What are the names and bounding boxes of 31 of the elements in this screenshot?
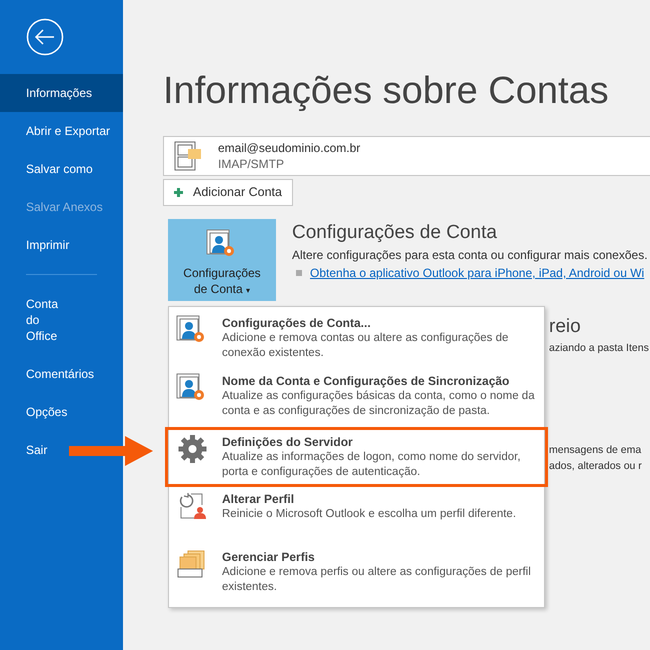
account-settings-button[interactable]: Configurações de Conta ▾ <box>168 219 276 301</box>
menu-item[interactable]: Definições do Servidor Atualize as informações de logon, como nome do servidor, porta e configurações de autenticação. <box>165 427 548 487</box>
sidebar-item[interactable]: Imprimir <box>26 226 70 264</box>
add-account-button[interactable]: Adicionar Conta <box>163 179 293 206</box>
menu-item[interactable]: Alterar Perfil Reinicie o Microsoft Outlook e escolha um perfil diferente. <box>169 487 544 545</box>
plus-icon <box>174 188 183 197</box>
account-email: email@seudominio.com.br <box>218 140 360 156</box>
sidebar-item[interactable]: Comentários <box>26 355 94 393</box>
menu-item[interactable]: Nome da Conta e Configurações de Sincronização Atualize as configurações básicas da conta, como o nome da conta e as configurações de sincronização de pasta. <box>169 369 544 427</box>
gear-icon <box>176 434 208 464</box>
page-title: Informações sobre Contas <box>163 69 610 114</box>
sidebar-item[interactable]: Salvar como <box>26 150 93 188</box>
sidebar-item[interactable]: Opções <box>26 393 68 431</box>
section-description: aziando a pasta Itens <box>549 341 650 356</box>
section-description: ados, alterados ou r <box>549 459 643 474</box>
sidebar-item[interactable]: Sair <box>26 431 48 469</box>
section-title: reio <box>549 315 582 339</box>
section-title: Configurações de Conta <box>292 221 498 245</box>
sidebar-item[interactable]: Conta do Office <box>26 285 58 355</box>
account-type: IMAP/SMTP <box>218 156 286 172</box>
bullet-icon <box>296 270 302 276</box>
section-description: mensagens de ema <box>549 443 642 458</box>
account-card[interactable]: email@seudominio.com.br IMAP/SMTP <box>163 136 650 176</box>
menu-item[interactable]: Configurações de Conta... Adicione e remova contas ou altere as configurações de conexão existentes. <box>169 311 544 369</box>
caret-icon: ▾ <box>246 286 250 295</box>
menu-item[interactable]: Gerenciar Perfis Adicione e remova perfis ou altere as configurações de perfil existentes. <box>169 545 544 603</box>
sidebar-item[interactable]: Informações <box>0 74 123 112</box>
section-description: Altere configurações para esta conta ou configurar mais conexões. <box>292 247 648 263</box>
outlook-app-link[interactable]: Obtenha o aplicativo Outlook para iPhone, iPad, Android ou Wi <box>310 265 644 281</box>
file-cabinet-icon <box>174 141 202 171</box>
sidebar-item[interactable]: Abrir e Exportar <box>26 112 110 150</box>
